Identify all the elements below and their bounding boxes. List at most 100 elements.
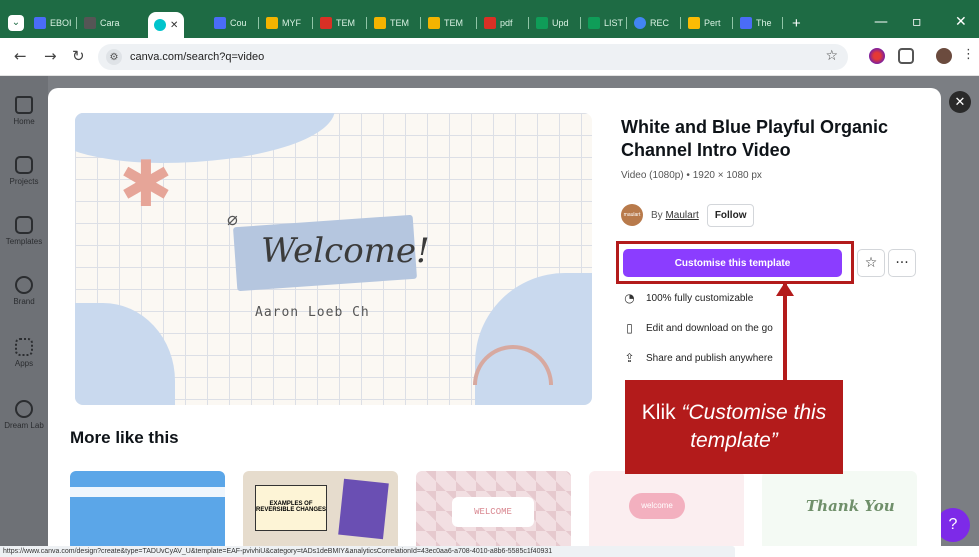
tab-label: TEM (390, 18, 409, 28)
browser-tab-12[interactable]: REC (634, 12, 669, 34)
help-button[interactable]: ? (936, 508, 970, 542)
more-options-button[interactable]: ··· (888, 249, 916, 277)
browser-tab-5[interactable]: MYF (266, 12, 301, 34)
home-icon (15, 96, 33, 114)
template-title: White and Blue Playful Organic Channel I… (621, 117, 889, 160)
reload-icon[interactable]: ↻ (72, 47, 85, 65)
sidebar-item-projects[interactable]: Projects (0, 156, 48, 186)
tab-menu-button[interactable]: ⌄ (8, 12, 24, 34)
template-thumbnail[interactable] (70, 471, 225, 546)
template-thumbnail[interactable]: Thank You (762, 471, 917, 546)
author-link[interactable]: Maulart (665, 210, 698, 221)
paperclip-icon: ⌀ (227, 209, 238, 230)
author-byline: By Maulart (651, 210, 699, 221)
thumb-label: Thank You (806, 497, 895, 515)
puzzle-icon[interactable] (898, 48, 914, 64)
browser-tab-1[interactable]: EBOI (34, 12, 72, 34)
sidebar-item-dream-lab[interactable]: Dream Lab (0, 400, 48, 430)
browser-tab-11[interactable]: LIST (588, 12, 623, 34)
sidebar-item-brand[interactable]: Brand (0, 276, 48, 306)
sidebar-item-templates[interactable]: Templates (0, 216, 48, 246)
profile-avatar-icon[interactable] (936, 48, 952, 64)
tab-favicon-icon (214, 17, 226, 29)
canva-sidebar: Home Projects Templates Brand Apps Dream… (0, 76, 48, 546)
sidebar-item-label: Projects (9, 177, 39, 186)
thumb-label: welcome (629, 493, 685, 519)
callout-text: Klik “Customise this template” (631, 399, 837, 455)
url-text[interactable]: canva.com/search?q=video (130, 51, 264, 63)
menu-dots-icon[interactable]: ⋮ (962, 47, 975, 62)
browser-tab-7[interactable]: TEM (374, 12, 409, 34)
avatar-text: maulart (623, 212, 641, 218)
extension-icon[interactable] (869, 48, 885, 64)
asterisk-decoration: ✱ (119, 148, 173, 222)
template-thumbnail[interactable]: welcome (589, 471, 744, 546)
thumb-decor (70, 487, 225, 497)
brand-icon (15, 276, 33, 294)
browser-tab-4[interactable]: Cou (214, 12, 247, 34)
decor-blob (475, 273, 592, 405)
address-bar[interactable]: ⚙ canva.com/search?q=video ☆ (98, 44, 848, 70)
template-preview[interactable]: ✱ ⌀ Welcome! Aaron Loeb Ch (75, 113, 592, 405)
close-tab-icon[interactable]: ✕ (170, 20, 178, 31)
back-icon[interactable]: ← (14, 47, 27, 65)
browser-tab-6[interactable]: TEM (320, 12, 355, 34)
tab-divider (476, 17, 477, 29)
tab-divider (732, 17, 733, 29)
feature-item: ⇪ Share and publish anywhere (623, 351, 772, 365)
tab-favicon-icon (688, 17, 700, 29)
tab-label: LIST (604, 18, 624, 28)
close-window-icon[interactable]: ✕ (955, 14, 967, 30)
tab-divider (528, 17, 529, 29)
close-modal-button[interactable]: ✕ (949, 91, 971, 113)
sidebar-item-apps[interactable]: Apps (0, 338, 48, 368)
maximize-icon[interactable]: ▫ (912, 14, 922, 30)
tab-label: Upd (552, 18, 569, 28)
star-icon: ☆ (864, 255, 878, 271)
new-tab-button[interactable]: + (792, 12, 801, 34)
chevron-down-icon: ⌄ (8, 15, 24, 31)
browser-toolbar: ← → ↻ ⚙ canva.com/search?q=video ☆ ⋮ (0, 38, 979, 76)
browser-tab-active[interactable]: ✕ (148, 12, 185, 38)
tab-label: Cou (230, 18, 247, 28)
author-avatar[interactable]: maulart (621, 204, 643, 226)
favorite-button[interactable]: ☆ (857, 249, 885, 277)
tab-favicon-icon (740, 17, 752, 29)
browser-tab-2[interactable]: Cara (84, 12, 120, 34)
site-info-icon[interactable]: ⚙ (106, 49, 122, 65)
thumb-photo (338, 478, 389, 540)
callout-prefix: Klik (641, 401, 682, 424)
browser-tab-9[interactable]: pdf (484, 12, 513, 34)
annotation-callout: Klik “Customise this template” (625, 380, 843, 474)
help-label: ? (948, 516, 958, 533)
template-thumbnail[interactable]: WELCOME (416, 471, 571, 546)
template-meta: Video (1080p) • 1920 × 1080 px (621, 170, 762, 181)
thumb-label: WELCOME (452, 497, 534, 527)
by-prefix: By (651, 209, 663, 221)
sidebar-item-home[interactable]: Home (0, 96, 48, 126)
follow-button[interactable]: Follow (706, 203, 755, 227)
tab-divider (258, 17, 259, 29)
more-dots-icon: ··· (895, 255, 909, 271)
preview-welcome-text: Welcome! (261, 231, 430, 271)
browser-tab-8[interactable]: TEM (428, 12, 463, 34)
browser-tab-13[interactable]: Pert (688, 12, 721, 34)
tab-label: TEM (444, 18, 463, 28)
preview-author-text: Aaron Loeb Ch (255, 305, 370, 320)
browser-tab-10[interactable]: Upd (536, 12, 569, 34)
minimize-icon[interactable]: — (874, 14, 888, 30)
sidebar-item-label: Templates (5, 237, 43, 246)
tab-divider (626, 17, 627, 29)
tab-favicon-icon (536, 17, 548, 29)
browser-tab-14[interactable]: The (740, 12, 772, 34)
forward-icon[interactable]: → (44, 47, 57, 65)
tab-divider (580, 17, 581, 29)
feature-item: ◔ 100% fully customizable (623, 291, 753, 305)
feature-label: 100% fully customizable (646, 292, 754, 304)
template-thumbnail[interactable]: EXAMPLES OF REVERSIBLE CHANGES (243, 471, 398, 546)
tab-label: Cara (100, 18, 120, 28)
bookmark-star-icon[interactable]: ☆ (825, 48, 838, 64)
palette-icon: ◔ (624, 291, 635, 305)
tab-label: REC (650, 18, 670, 28)
feature-label: Edit and download on the go (646, 322, 773, 334)
